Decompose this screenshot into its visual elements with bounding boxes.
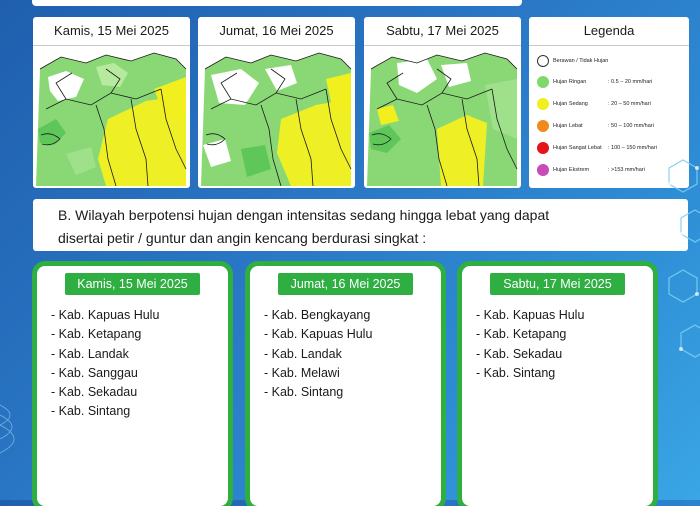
- map-date-title: Jumat, 16 Mei 2025: [198, 17, 355, 46]
- list-item: - Kab. Sintang: [51, 404, 131, 419]
- region-card-date: Jumat, 16 Mei 2025: [278, 273, 413, 295]
- legend-swatch: [537, 76, 549, 88]
- legend-label: Hujan Lebat: [553, 123, 583, 129]
- region-list: - Kab. Bengkayang - Kab. Kapuas Hulu - K…: [264, 306, 372, 402]
- region-list: - Kab. Kapuas Hulu - Kab. Ketapang - Kab…: [476, 306, 584, 383]
- legend-range: : >153 mm/hari: [608, 167, 645, 173]
- region-card-2: Jumat, 16 Mei 2025 - Kab. Bengkayang - K…: [250, 266, 441, 506]
- legend-item: Hujan Lebat : 50 – 100 mm/hari: [537, 119, 654, 133]
- list-item: - Kab. Kapuas Hulu: [476, 308, 585, 322]
- section-b-heading: B. Wilayah berpotensi hujan dengan inten…: [33, 199, 688, 251]
- legend-title: Legenda: [529, 17, 689, 46]
- legend-label: Hujan Sedang: [553, 101, 588, 107]
- legend-swatch: [537, 55, 549, 67]
- section-b-line-1: B. Wilayah berpotensi hujan dengan inten…: [58, 207, 550, 223]
- rain-forecast-map: [36, 49, 187, 186]
- region-card-3: Sabtu, 17 Mei 2025 - Kab. Kapuas Hulu - …: [462, 266, 653, 506]
- region-card-date: Kamis, 15 Mei 2025: [65, 273, 200, 295]
- legend-swatch: [537, 164, 549, 176]
- rain-forecast-map: [367, 49, 518, 186]
- list-item: - Kab. Sekadau: [476, 346, 563, 361]
- legend-swatch: [537, 120, 549, 132]
- legend-item: Hujan Ringan : 0.5 – 20 mm/hari: [537, 75, 652, 89]
- legend-swatch: [537, 142, 549, 154]
- top-panel-edge: [32, 0, 522, 6]
- list-item: - Kab. Bengkayang: [264, 308, 371, 322]
- decorative-hexagon-pattern: [667, 159, 700, 358]
- decorative-swirl: [0, 404, 15, 454]
- legend-range: : 0.5 – 20 mm/hari: [608, 79, 653, 85]
- legend-item: Berawan / Tidak Hujan: [537, 54, 608, 68]
- map-card-1: Kamis, 15 Mei 2025: [33, 17, 190, 188]
- legend-range: : 20 – 50 mm/hari: [608, 101, 651, 107]
- list-item: - Kab. Landak: [51, 346, 129, 361]
- section-b-line-2: disertai petir / guntur dan angin kencan…: [58, 230, 427, 246]
- region-card-date: Sabtu, 17 Mei 2025: [490, 273, 625, 295]
- list-item: - Kab. Kapuas Hulu: [51, 308, 160, 322]
- list-item: - Kab. Sanggau: [51, 365, 138, 380]
- legend-label: Hujan Sangat Lebat: [553, 145, 602, 151]
- region-list: - Kab. Kapuas Hulu - Kab. Ketapang - Kab…: [51, 306, 159, 422]
- legend-item: Hujan Sedang : 20 – 50 mm/hari: [537, 97, 651, 111]
- map-date-title: Sabtu, 17 Mei 2025: [364, 17, 521, 46]
- list-item: - Kab. Ketapang: [476, 327, 567, 342]
- list-item: - Kab. Ketapang: [51, 327, 142, 342]
- legend-label: Hujan Ringan: [553, 79, 587, 85]
- legend-label: Hujan Ekstrem: [553, 167, 590, 173]
- map-card-2: Jumat, 16 Mei 2025: [198, 17, 355, 188]
- rain-forecast-map: [201, 49, 352, 186]
- list-item: - Kab. Landak: [264, 346, 342, 361]
- legend-swatch: [537, 98, 549, 110]
- legend-item: Hujan Ekstrem : >153 mm/hari: [537, 163, 645, 177]
- map-date-title: Kamis, 15 Mei 2025: [33, 17, 190, 46]
- region-card-1: Kamis, 15 Mei 2025 - Kab. Kapuas Hulu - …: [37, 266, 228, 506]
- legend-item: Hujan Sangat Lebat : 100 – 150 mm/hari: [537, 141, 657, 155]
- legend-range: : 50 – 100 mm/hari: [608, 123, 654, 129]
- list-item: - Kab. Sintang: [264, 385, 344, 400]
- list-item: - Kab. Sintang: [476, 365, 556, 380]
- list-item: - Kab. Kapuas Hulu: [264, 327, 373, 342]
- list-item: - Kab. Sekadau: [51, 385, 138, 400]
- legend-label: Berawan / Tidak Hujan: [553, 58, 609, 64]
- map-card-3: Sabtu, 17 Mei 2025: [364, 17, 521, 188]
- legend-range: : 100 – 150 mm/hari: [608, 145, 657, 151]
- list-item: - Kab. Melawi: [264, 365, 340, 380]
